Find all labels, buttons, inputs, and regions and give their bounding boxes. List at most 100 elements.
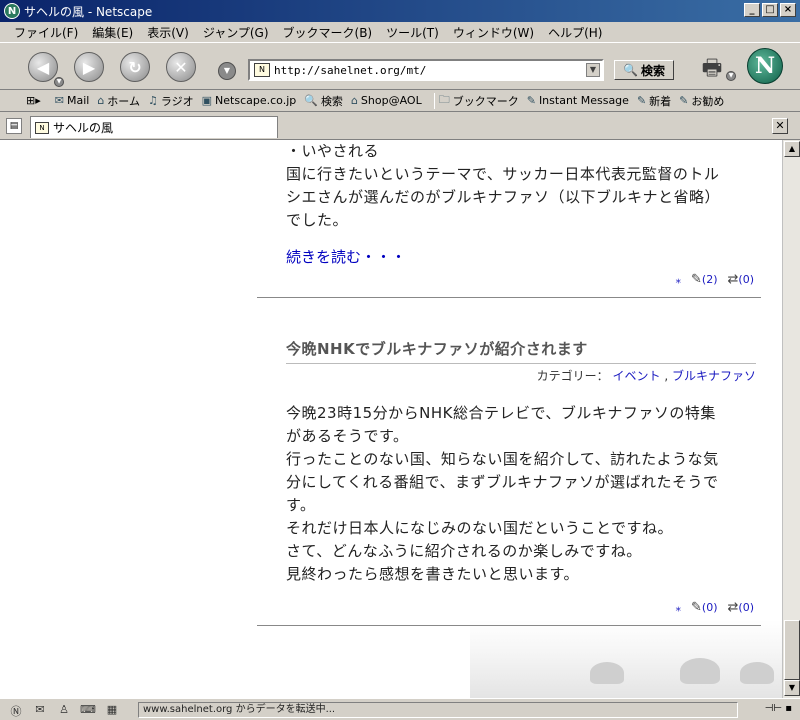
mail-icon: ✉ (54, 94, 64, 107)
my-icon: ▣ (201, 94, 213, 107)
post1-line: でした。 (286, 211, 349, 229)
status-text: www.sahelnet.org からデータを転送中... (138, 701, 738, 718)
menu-tools[interactable]: ツール(T) (380, 24, 445, 41)
bookmarks-folder[interactable]: 🗀 ブックマーク (439, 91, 519, 110)
netscape-logo-icon[interactable]: N (747, 48, 783, 84)
trackback-link[interactable]: ⇄(0) (728, 272, 755, 287)
category-separator: , (664, 369, 669, 383)
stop-button[interactable]: ✕ (166, 52, 196, 82)
minimize-button[interactable]: _ (744, 3, 760, 17)
category-link-burkina[interactable]: ブルキナファソ (672, 369, 756, 383)
toolbar-separator (433, 92, 435, 109)
maximize-button[interactable]: □ (762, 3, 778, 17)
bookmark-radio[interactable]: ♫ ラジオ (148, 93, 194, 109)
bookmark-recommend-label: お勧め (691, 94, 725, 108)
menu-file[interactable]: ファイル(F) (8, 24, 84, 41)
scroll-up-icon[interactable]: ▲ (784, 141, 800, 157)
back-button[interactable]: ◀ (28, 52, 58, 82)
instant-messenger-icon[interactable]: ♙ (56, 703, 72, 717)
menu-window[interactable]: ウィンドウ(W) (447, 24, 540, 41)
camel-silhouette (740, 662, 774, 684)
window-title: サヘルの風 - Netscape (24, 4, 153, 19)
post2-line: があるそうです。 (286, 427, 409, 445)
close-tab-icon[interactable]: ✕ (772, 118, 788, 134)
tab-label: サヘルの風 (53, 121, 114, 135)
navigation-toolbar: ◀ ▼ ▶ ↻ ✕ ▼ N http://sahelnet.org/mt/ ▼ … (0, 42, 800, 90)
menu-help[interactable]: ヘルプ(H) (542, 24, 608, 41)
page-icon: N (254, 63, 270, 77)
bookmark-shop[interactable]: ⌂ Shop@AOL (351, 94, 422, 107)
camel-silhouette (680, 658, 720, 684)
post1-line: ・いやされる (286, 142, 380, 160)
url-dropdown-icon[interactable]: ▼ (586, 63, 600, 77)
menu-go[interactable]: ジャンプ(G) (197, 24, 275, 41)
tab-active[interactable]: N サヘルの風 (30, 116, 278, 138)
netscape-app-icon: N (4, 3, 20, 19)
close-window-button[interactable]: × (780, 3, 796, 17)
url-history-dropdown-icon[interactable]: ▼ (218, 62, 236, 80)
scroll-thumb[interactable] (784, 620, 800, 680)
tab-page-icon: N (35, 121, 49, 134)
post2-line: 分にしてくれる番組で、まずブルキナファソが選ばれたそうで (286, 473, 719, 491)
post2-line: さて、どんなふうに紹介されるのか楽しみですね。 (286, 542, 642, 560)
reload-button[interactable]: ↻ (120, 52, 150, 82)
tab-grid-icon[interactable]: ⊞▸ (26, 94, 41, 107)
bookmark-new[interactable]: ✎ 新着 (637, 93, 671, 109)
bookmark-link-icon: ✎ (679, 94, 689, 107)
comments-link[interactable]: ✎(0) (691, 600, 718, 615)
shop-icon: ⌂ (350, 94, 358, 107)
camel-background-image (470, 620, 782, 698)
permalink-icon[interactable]: ⁎ (676, 601, 682, 614)
camel-silhouette (590, 662, 624, 684)
forward-button[interactable]: ▶ (74, 52, 104, 82)
search-button[interactable]: 🔍 検索 (614, 60, 674, 80)
bookmark-im-label: Instant Message (538, 94, 629, 107)
menu-view[interactable]: 表示(V) (141, 24, 195, 41)
mail-icon[interactable]: ✉ (32, 703, 48, 717)
composer-icon[interactable]: ⌨ (80, 703, 96, 717)
bookmark-new-label: 新着 (649, 94, 672, 108)
category-link-event[interactable]: イベント (612, 369, 660, 383)
back-dropdown-icon[interactable]: ▼ (54, 77, 64, 87)
bookmark-search-label: 検索 (320, 94, 343, 108)
post2-line: 行ったことのない国、知らない国を紹介して、訪れたような気 (286, 450, 719, 468)
window-controls: _ □ × (744, 3, 796, 17)
bookmark-search[interactable]: 🔍 検索 (304, 93, 343, 109)
trackback-icon: ⇄ (727, 600, 739, 615)
address-book-icon[interactable]: ▦ (104, 703, 120, 717)
reload-icon: ↻ (128, 57, 142, 77)
bookmark-recommend[interactable]: ✎ お勧め (679, 93, 724, 109)
menu-bookmarks[interactable]: ブックマーク(B) (277, 24, 379, 41)
category-label: カテゴリー： (536, 369, 609, 383)
status-bar: Ⓝ ✉ ♙ ⌨ ▦ www.sahelnet.org からデータを転送中... … (0, 698, 800, 720)
post-divider (257, 625, 761, 626)
print-dropdown-icon[interactable]: ▼ (726, 71, 736, 81)
post2-title[interactable]: 今晩NHKでブルキナファソが紹介されます (286, 338, 756, 364)
bookmark-mail[interactable]: ✉ Mail (55, 94, 90, 107)
bookmark-link-icon: ✎ (526, 94, 536, 107)
print-icon[interactable]: 🖶 (698, 51, 726, 81)
stop-icon: ✕ (174, 57, 188, 77)
url-field[interactable]: N http://sahelnet.org/mt/ ▼ (248, 59, 604, 81)
scroll-down-icon[interactable]: ▼ (784, 680, 800, 696)
permalink-icon[interactable]: ⁎ (676, 273, 682, 286)
menu-edit[interactable]: 編集(E) (86, 24, 139, 41)
post2-category: カテゴリー： イベント , ブルキナファソ (537, 367, 756, 384)
read-more-link[interactable]: 続きを読む・・・ (286, 248, 406, 266)
post2-line: す。 (286, 496, 316, 514)
bookmark-netscape[interactable]: ▣ Netscape.co.jp (202, 94, 297, 107)
post1-meta: ⁎ ✎(2) ⇄(0) (676, 272, 755, 287)
comments-link[interactable]: ✎(2) (691, 272, 718, 287)
menu-bar: ファイル(F) 編集(E) 表示(V) ジャンプ(G) ブックマーク(B) ツー… (0, 22, 800, 42)
bookmark-home-label: ホーム (107, 94, 140, 108)
sidebar-toggle-icon[interactable]: ▤ (6, 118, 22, 134)
vertical-scrollbar[interactable]: ▲ ▼ (782, 140, 800, 698)
magnifier-icon: 🔍 (623, 63, 638, 77)
bookmarks-folder-label: ブックマーク (452, 94, 519, 108)
bookmark-instant-message[interactable]: ✎ Instant Message (527, 94, 629, 107)
post1-line: シエさんが選んだのがブルキナファソ（以下ブルキナと省略） (286, 188, 721, 206)
trackback-link[interactable]: ⇄(0) (728, 600, 755, 615)
bookmark-home[interactable]: ⌂ ホーム (97, 93, 140, 109)
read-more-row: 続きを読む・・・ (286, 246, 756, 267)
navigator-icon[interactable]: Ⓝ (8, 703, 24, 718)
